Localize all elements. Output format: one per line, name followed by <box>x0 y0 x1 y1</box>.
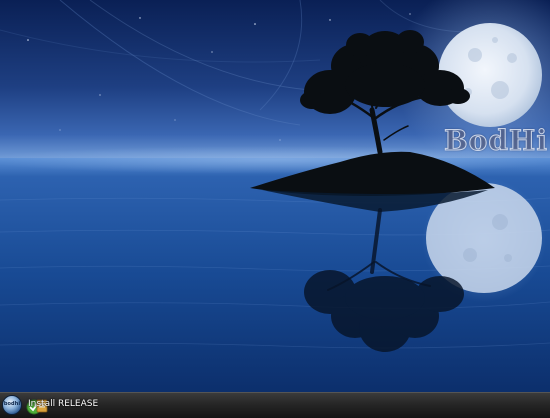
bodhi-logo: BodHi <box>443 124 549 158</box>
taskbar: bodhi Install RELEASE <box>0 392 550 418</box>
start-menu-button[interactable]: bodhi <box>2 395 22 415</box>
start-button-label: bodhi <box>3 401 21 407</box>
desktop: BodHi <box>0 0 550 392</box>
wallpaper-image <box>0 0 550 392</box>
install-release-launcher[interactable]: Install RELEASE <box>26 395 98 415</box>
install-release-label: Install RELEASE <box>28 399 99 409</box>
